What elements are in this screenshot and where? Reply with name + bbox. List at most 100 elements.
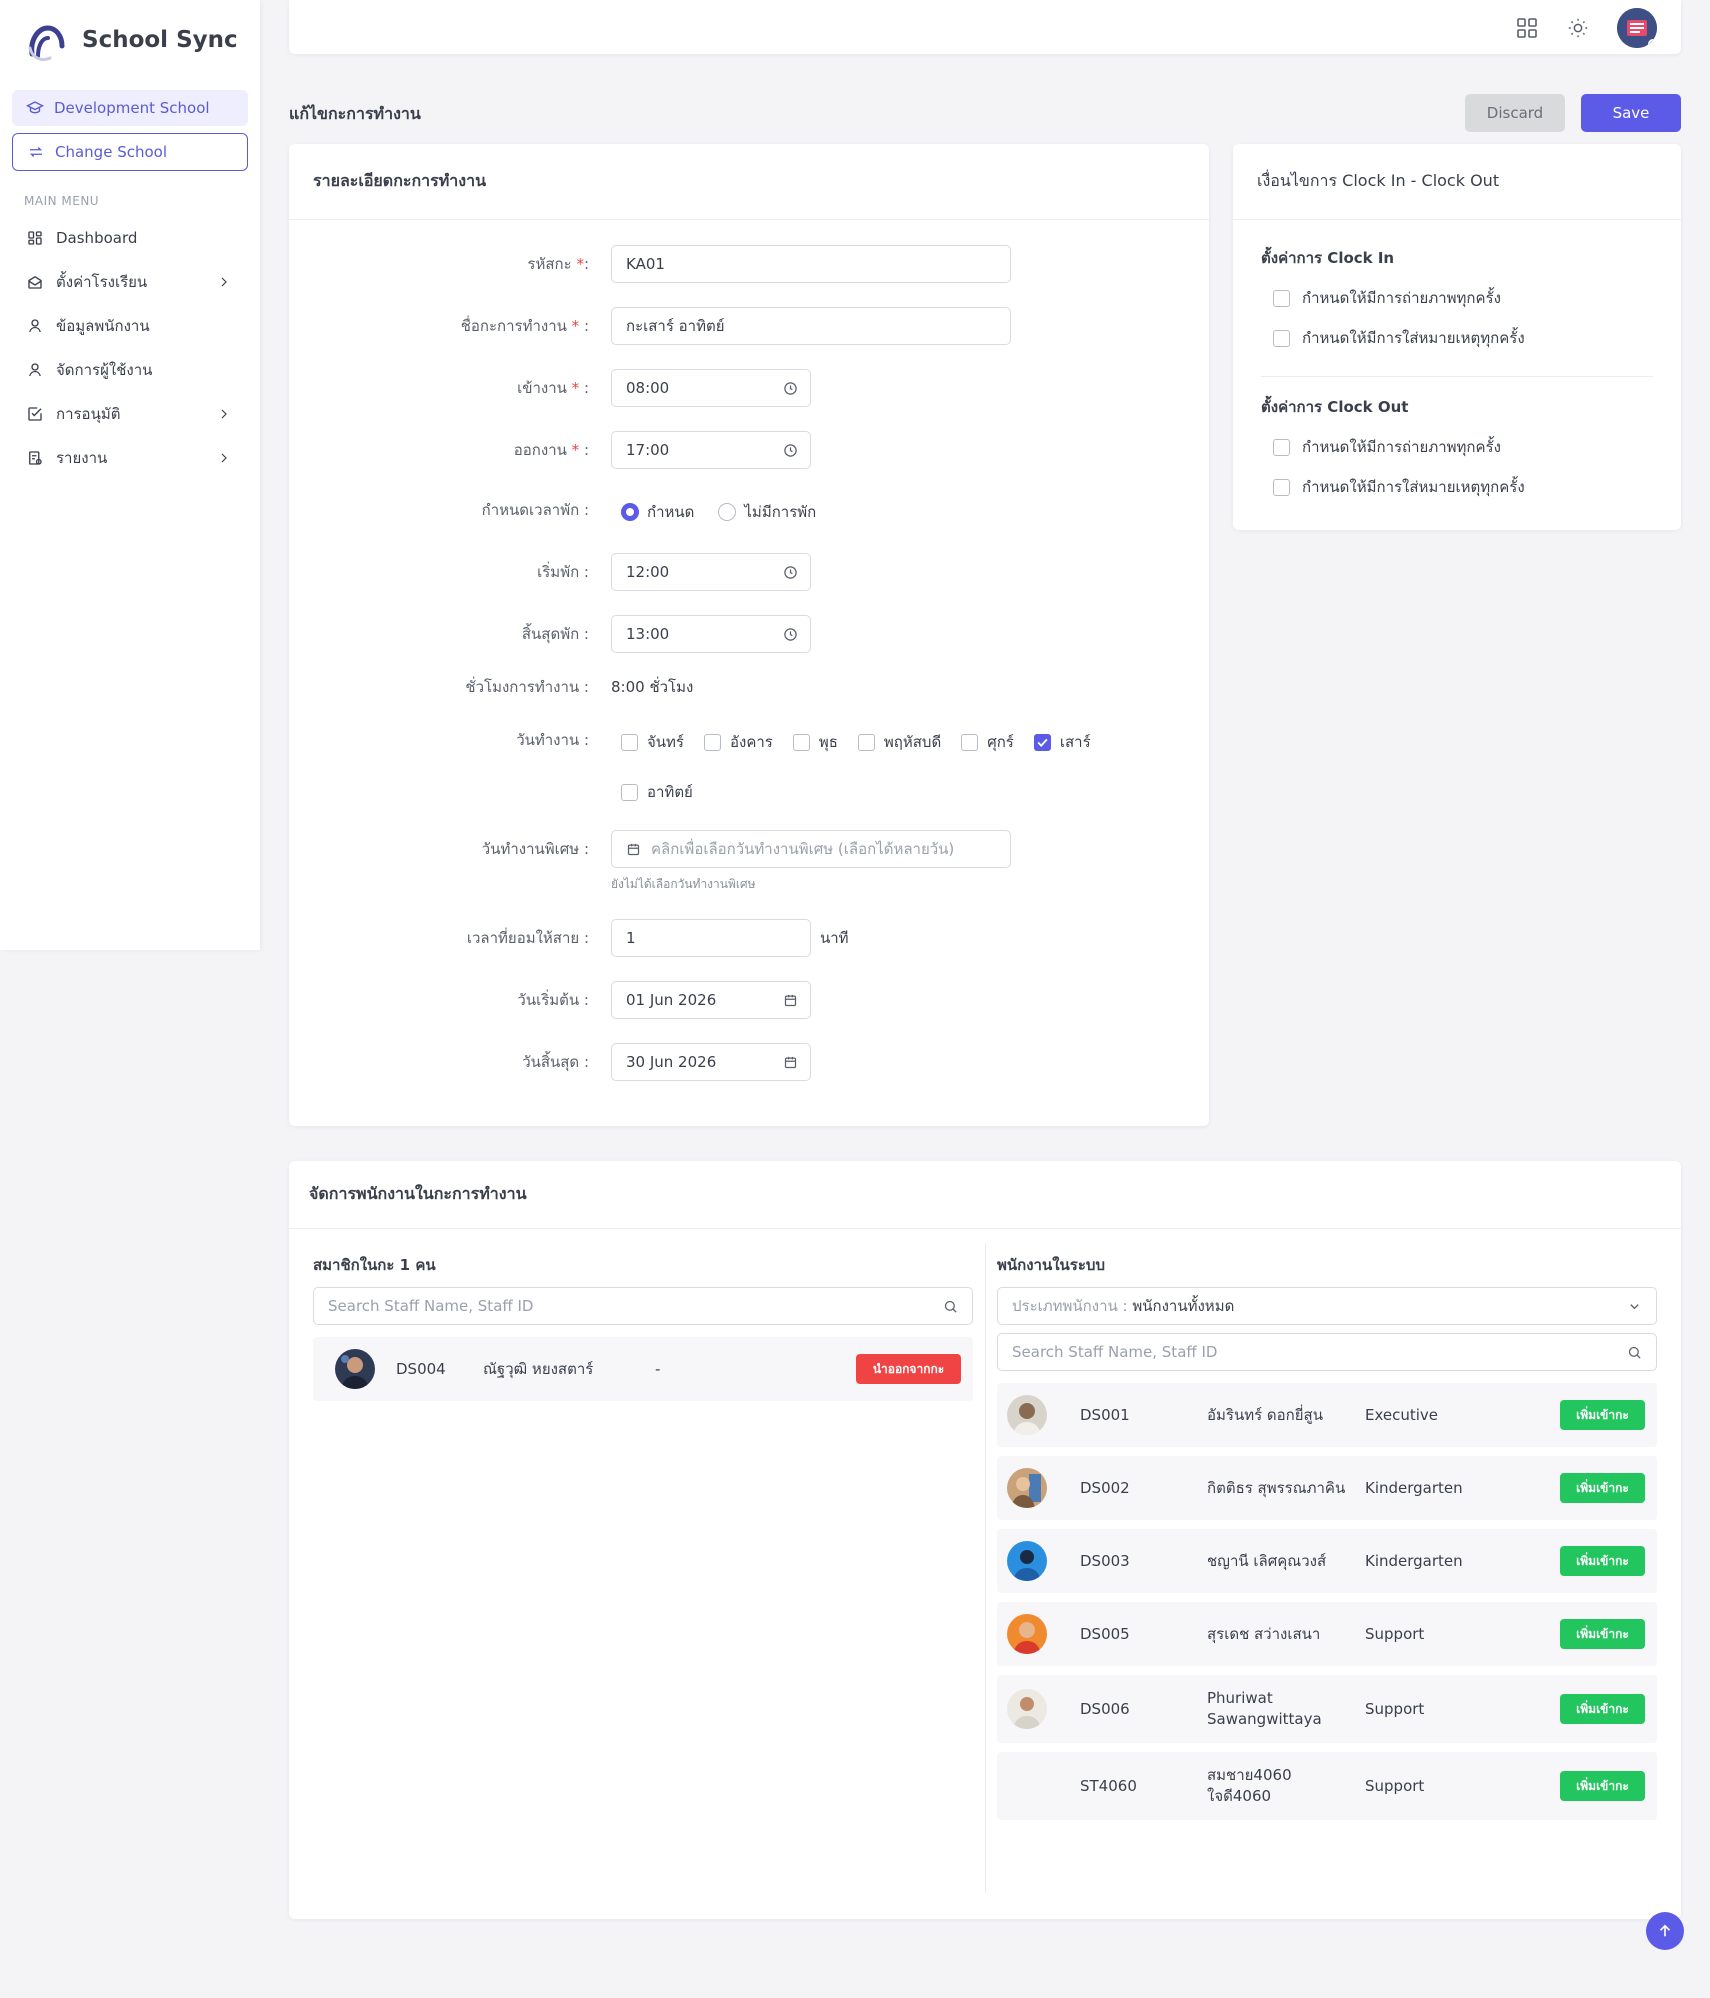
sidebar-item-dashboard[interactable]: Dashboard — [12, 216, 248, 260]
end-date-input[interactable]: 30 Jun 2026 — [611, 1043, 811, 1081]
add-to-shift-button[interactable]: เพิ่มเข้ากะ — [1560, 1400, 1645, 1430]
staff-type-select[interactable]: ประเภทพนักงาน : พนักงานทั้งหมด — [997, 1287, 1657, 1325]
avatar-image — [1007, 1541, 1047, 1581]
shift-name-label: ชื่อกะการทำงาน * : — [460, 317, 589, 335]
late-tolerance-input[interactable]: 1 — [611, 919, 811, 957]
break-end-value: 13:00 — [626, 625, 670, 643]
search-placeholder: Search Staff Name, Staff ID — [1012, 1343, 1218, 1361]
dashboard-icon — [28, 231, 42, 245]
column-divider — [985, 1243, 986, 1893]
checkbox-label: เสาร์ — [1059, 733, 1091, 751]
clock-icon — [784, 566, 797, 579]
clock-out-photo-checkbox[interactable]: กำหนดให้มีการถ่ายภาพทุกครั้ง — [1273, 427, 1653, 467]
change-school-button[interactable]: Change School — [12, 133, 248, 171]
clock-in-photo-checkbox[interactable]: กำหนดให้มีการถ่ายภาพทุกครั้ง — [1273, 278, 1653, 318]
members-title: สมาชิกในกะ 1 คน — [313, 1256, 436, 1274]
checkbox-box — [1273, 438, 1290, 456]
avatar-image — [1007, 1614, 1047, 1654]
staff-name: กิตติธร สุพรรณภาคิน — [1207, 1478, 1346, 1497]
shift-name-input[interactable]: กะเสาร์ อาทิตย์ — [611, 307, 1011, 345]
work-days-row: วันทำงาน : จันทร์ อังคาร พุธ พฤหัสบดี ศุ… — [289, 721, 1209, 811]
search-icon — [944, 1300, 957, 1313]
add-to-shift-button[interactable]: เพิ่มเข้ากะ — [1560, 1473, 1645, 1503]
start-date-label: วันเริ่มต้น : — [517, 991, 589, 1009]
day-checkbox-wed[interactable]: พุธ — [792, 730, 838, 754]
start-time-input[interactable]: 08:00 — [611, 369, 811, 407]
current-school[interactable]: Development School — [12, 90, 248, 126]
checkbox-box — [961, 733, 979, 751]
break-end-row: สิ้นสุดพัก : 13:00 — [289, 615, 1209, 653]
end-time-row: ออกงาน * : 17:00 — [289, 431, 1209, 469]
break-start-input[interactable]: 12:00 — [611, 553, 811, 591]
start-time-row: เข้างาน * : 08:00 — [289, 369, 1209, 407]
calendar-icon — [784, 1056, 797, 1069]
checkbox-label: จันทร์ — [647, 733, 684, 751]
staff-department: Executive — [1365, 1406, 1439, 1424]
avatar — [1007, 1689, 1047, 1729]
sidebar-item-label: ตั้งค่าโรงเรียน — [56, 273, 148, 291]
scroll-to-top-button[interactable] — [1646, 1912, 1684, 1950]
staff-type-value: พนักงานทั้งหมด — [1132, 1297, 1235, 1315]
break-set-radio[interactable]: กำหนด — [621, 500, 694, 524]
theme-sun-icon[interactable] — [1567, 17, 1589, 39]
save-button[interactable]: Save — [1581, 94, 1681, 132]
remove-from-shift-button[interactable]: นำออกจากกะ — [856, 1354, 961, 1384]
clock-in-note-checkbox[interactable]: กำหนดให้มีการใส่หมายเหตุทุกครั้ง — [1273, 318, 1653, 358]
day-checkbox-sat[interactable]: เสาร์ — [1033, 730, 1091, 754]
sidebar-item-reports[interactable]: รายงาน — [12, 436, 248, 480]
checkbox-label: อาทิตย์ — [647, 783, 693, 801]
clock-out-note-checkbox[interactable]: กำหนดให้มีการใส่หมายเหตุทุกครั้ง — [1273, 467, 1653, 507]
end-time-input[interactable]: 17:00 — [611, 431, 811, 469]
special-days-input[interactable]: คลิกเพื่อเลือกวันทำงานพิเศษ (เลือกได้หลา… — [611, 830, 1011, 868]
table-row: DS005 สุรเดช สว่างเสนา Support เพิ่มเข้า… — [997, 1602, 1657, 1666]
table-row: DS003 ชญานี เลิศคุณวงส์ Kindergarten เพิ… — [997, 1529, 1657, 1593]
day-checkbox-mon[interactable]: จันทร์ — [621, 730, 684, 754]
staff-name: ชญานี เลิศคุณวงส์ — [1207, 1551, 1327, 1570]
checkbox-icon — [28, 407, 42, 421]
checkbox-label: กำหนดให้มีการถ่ายภาพทุกครั้ง — [1302, 438, 1501, 456]
sidebar-item-approval[interactable]: การอนุมัติ — [12, 392, 248, 436]
sidebar-item-school-settings[interactable]: ตั้งค่าโรงเรียน — [12, 260, 248, 304]
card-title: รายละเอียดกะการทำงาน — [313, 171, 487, 190]
discard-button[interactable]: Discard — [1465, 94, 1565, 132]
chevron-down-icon — [1630, 1304, 1639, 1310]
start-date-input[interactable]: 01 Jun 2026 — [611, 981, 811, 1019]
clock-icon — [784, 628, 797, 641]
checkbox-box — [704, 733, 721, 751]
day-checkbox-fri[interactable]: ศุกร์ — [961, 730, 1014, 754]
checkbox-label: กำหนดให้มีการถ่ายภาพทุกครั้ง — [1302, 289, 1501, 307]
checkbox-box — [857, 733, 875, 751]
radio-dot — [718, 503, 737, 521]
add-to-shift-button[interactable]: เพิ่มเข้ากะ — [1560, 1619, 1645, 1649]
shift-code-input[interactable]: KA01 — [611, 245, 1011, 283]
day-checkbox-sun[interactable]: อาทิตย์ — [621, 780, 693, 804]
brand[interactable]: School Sync — [24, 18, 238, 62]
system-staff-search-input[interactable]: Search Staff Name, Staff ID — [997, 1333, 1657, 1371]
clock-in-section: ตั้งค่าการ Clock In กำหนดให้มีการถ่ายภาพ… — [1233, 220, 1681, 358]
table-row: DS004 ณัฐวุฒิ หยงสตาร์ - นำออกจากกะ — [313, 1337, 973, 1401]
system-staff-list: DS001 อัมรินทร์ ดอกยี่สูน Executive เพิ่… — [997, 1383, 1657, 1820]
break-option-row: กำหนดเวลาพัก : กำหนด ไม่มีการพัก — [289, 491, 1209, 529]
chevron-right-icon — [221, 409, 227, 419]
day-checkbox-thu[interactable]: พฤหัสบดี — [857, 730, 941, 754]
search-placeholder: Search Staff Name, Staff ID — [328, 1297, 534, 1315]
clock-icon — [784, 382, 797, 395]
apps-grid-icon[interactable] — [1515, 16, 1539, 40]
checkbox-box — [1273, 478, 1290, 496]
add-to-shift-button[interactable]: เพิ่มเข้ากะ — [1560, 1771, 1645, 1801]
sidebar-item-user-management[interactable]: จัดการผู้ใช้งาน — [12, 348, 248, 392]
current-school-label: Development School — [54, 99, 210, 117]
break-none-radio[interactable]: ไม่มีการพัก — [718, 500, 816, 524]
end-date-value: 30 Jun 2026 — [626, 1053, 717, 1071]
members-search-input[interactable]: Search Staff Name, Staff ID — [313, 1287, 973, 1325]
add-to-shift-button[interactable]: เพิ่มเข้ากะ — [1560, 1546, 1645, 1576]
sidebar-item-staff-info[interactable]: ข้อมูลพนักงาน — [12, 304, 248, 348]
day-checkbox-tue[interactable]: อังคาร — [704, 730, 773, 754]
avatar-image — [1007, 1468, 1047, 1508]
add-to-shift-button[interactable]: เพิ่มเข้ากะ — [1560, 1694, 1645, 1724]
break-end-input[interactable]: 13:00 — [611, 615, 811, 653]
staff-name: อัมรินทร์ ดอกยี่สูน — [1207, 1405, 1323, 1424]
user-avatar[interactable] — [1617, 8, 1657, 48]
avatar — [335, 1349, 375, 1389]
late-tolerance-unit: นาที — [820, 929, 849, 947]
